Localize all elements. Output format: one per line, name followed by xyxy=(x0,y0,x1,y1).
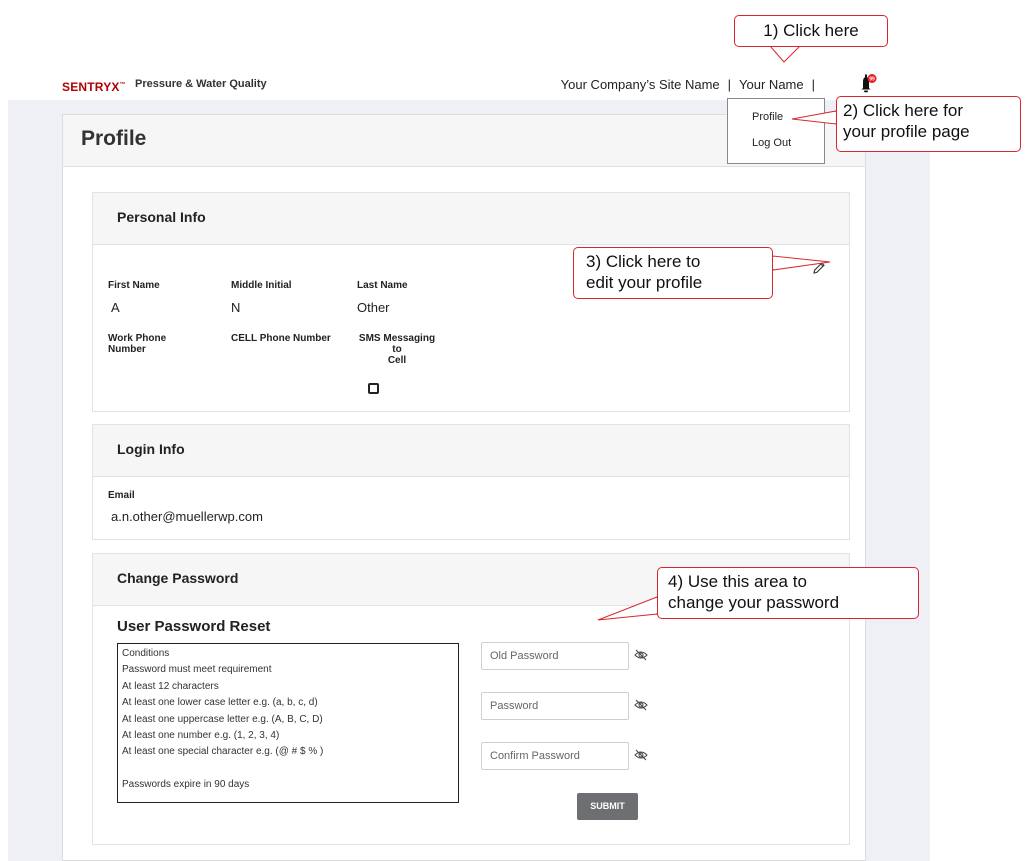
email-label: Email xyxy=(108,490,135,501)
change-password-title: Change Password xyxy=(117,570,239,586)
condition-line: Passwords expire in 90 days xyxy=(122,779,250,791)
cell-phone-label: CELL Phone Number xyxy=(231,333,331,344)
nav-separator: | xyxy=(727,77,732,92)
user-dropdown-menu: Profile Log Out xyxy=(727,98,825,164)
login-info-header: Login Info xyxy=(93,425,849,477)
notifications-bell-icon[interactable]: 99 xyxy=(857,73,877,95)
work-phone-label-line1: Work Phone xyxy=(108,333,167,344)
login-info-title: Login Info xyxy=(117,441,185,457)
work-phone-label-line2: Number xyxy=(108,344,146,355)
callout-3-line2: edit your profile xyxy=(586,273,703,292)
callout-4-line1: 4) Use this area to xyxy=(668,572,807,591)
callout-2: 2) Click here for your profile page xyxy=(836,96,1021,152)
condition-line: At least one special character e.g. (@ #… xyxy=(122,746,324,758)
notification-count: 99 xyxy=(869,77,875,83)
personal-info-card: Personal Info xyxy=(92,192,850,412)
screen: SENTRYX™ Pressure & Water Quality Your C… xyxy=(0,0,1028,861)
eye-off-icon[interactable] xyxy=(634,698,648,711)
condition-line: At least 12 characters xyxy=(122,680,219,692)
menu-item-log-out[interactable]: Log Out xyxy=(752,137,791,149)
work-phone-label: Work Phone Number xyxy=(108,333,166,355)
sms-messaging-label: SMS Messaging to Cell xyxy=(357,333,437,366)
top-nav: Your Company’s Site Name | Your Name | xyxy=(561,77,823,92)
first-name-label: First Name xyxy=(108,280,160,291)
app-tagline: Pressure & Water Quality xyxy=(135,78,267,90)
personal-info-title: Personal Info xyxy=(117,209,206,225)
condition-line: At least one uppercase letter e.g. (A, B… xyxy=(122,713,323,725)
callout-2-line2: your profile page xyxy=(843,122,970,141)
brand-name: SENTRYX xyxy=(62,80,120,94)
condition-line xyxy=(122,761,454,777)
callout-3-line1: 3) Click here to xyxy=(586,252,701,271)
sms-label-line2: to xyxy=(392,344,402,355)
pencil-icon[interactable] xyxy=(812,261,826,275)
callout-4: 4) Use this area to change your password xyxy=(657,567,919,619)
callout-1: 1) Click here xyxy=(734,15,888,47)
middle-initial-value: N xyxy=(231,300,241,315)
menu-item-profile[interactable]: Profile xyxy=(752,111,783,123)
page-title: Profile xyxy=(81,127,147,150)
last-name-label: Last Name xyxy=(357,280,408,291)
password-reset-title: User Password Reset xyxy=(117,618,271,635)
sms-label-line3: Cell xyxy=(387,355,407,366)
email-value: a.n.other@muellerwp.com xyxy=(111,509,263,524)
user-name-menu[interactable]: Your Name xyxy=(739,77,804,92)
eye-off-icon[interactable] xyxy=(634,648,648,661)
condition-line: At least one lower case letter e.g. (a, … xyxy=(122,697,318,709)
condition-line: Conditions xyxy=(122,648,170,659)
middle-initial-label: Middle Initial xyxy=(231,280,292,291)
nav-separator: | xyxy=(811,77,815,92)
callout-3: 3) Click here to edit your profile xyxy=(573,247,773,299)
sms-label-line1: SMS Messaging xyxy=(358,333,436,344)
condition-line: Password must meet requirement xyxy=(122,664,272,676)
callout-2-line1: 2) Click here for xyxy=(843,101,963,120)
eye-off-icon[interactable] xyxy=(634,748,648,761)
confirm-password-input[interactable] xyxy=(481,742,629,770)
callout-4-line2: change your password xyxy=(668,593,840,612)
brand-logo[interactable]: SENTRYX™ xyxy=(62,80,126,94)
sms-messaging-checkbox[interactable] xyxy=(368,383,379,394)
last-name-value: Other xyxy=(357,300,390,315)
condition-line: At least one number e.g. (1, 2, 3, 4) xyxy=(122,730,280,742)
brand-trademark: ™ xyxy=(119,82,126,88)
old-password-input[interactable] xyxy=(481,642,629,670)
password-conditions-box: Conditions Password must meet requiremen… xyxy=(117,643,459,803)
personal-info-header: Personal Info xyxy=(93,193,849,245)
submit-button[interactable]: SUBMIT xyxy=(577,793,638,820)
site-name-link[interactable]: Your Company’s Site Name xyxy=(561,77,720,92)
password-input[interactable] xyxy=(481,692,629,720)
first-name-value: A xyxy=(111,300,120,315)
